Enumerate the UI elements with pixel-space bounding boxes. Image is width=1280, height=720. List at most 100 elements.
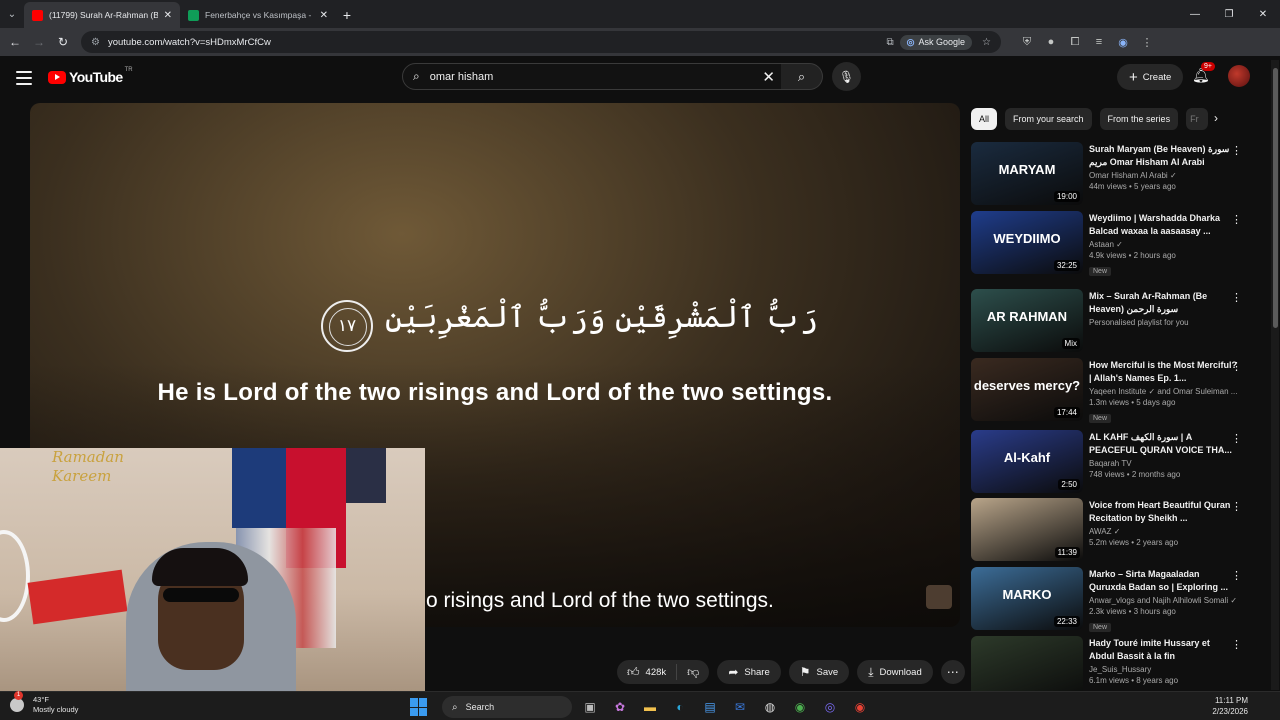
chrome-profile-icon[interactable]: ◉ xyxy=(848,695,872,719)
recommendation-item[interactable]: MARKO 22:33 Marko – Sirta Magaaladan Qurux… xyxy=(971,567,1251,632)
channel-name[interactable]: Astaan ✓ xyxy=(1089,240,1237,249)
notifications-bell-icon[interactable]: 🔔︎ 9+ xyxy=(1192,62,1215,84)
clear-search-icon[interactable]: ✕ xyxy=(762,68,775,86)
video-thumbnail[interactable]: 11:39 xyxy=(971,498,1083,561)
avatar[interactable] xyxy=(1228,65,1250,87)
dislike-button[interactable]: 👎︎ xyxy=(677,665,709,680)
subscribe-watermark-icon[interactable] xyxy=(926,585,952,609)
recommendation-item[interactable]: WEYDIIMO 32:25 Weydiimo | Warshadda Dharka… xyxy=(971,211,1251,276)
minimize-icon[interactable]: — xyxy=(1178,0,1212,28)
chrome-menu-icon[interactable]: ⋮ xyxy=(1135,30,1159,54)
create-button[interactable]: + Create xyxy=(1117,64,1184,90)
store-icon[interactable]: ▤ xyxy=(698,695,722,719)
video-title[interactable]: Weydiimo | Warshadda Dharka Balcad waxaa… xyxy=(1089,212,1237,237)
windows-start-icon[interactable] xyxy=(410,698,428,716)
channel-name[interactable]: Baqarah TV xyxy=(1089,459,1237,468)
task-view-icon[interactable]: ▣ xyxy=(578,695,602,719)
video-title[interactable]: Hady Touré imite Hussary et Abdul Bassit… xyxy=(1089,637,1237,662)
video-thumbnail[interactable]: WEYDIIMO 32:25 xyxy=(971,211,1083,274)
close-tab-icon[interactable]: ✕ xyxy=(164,10,172,21)
browser-tab-fenerbahce[interactable]: Fenerbahçe vs Kasımpaşa - live ✕ xyxy=(180,2,336,28)
page-scrollbar[interactable] xyxy=(1271,60,1279,690)
back-icon[interactable]: ← xyxy=(3,30,27,54)
chip-from-your-search[interactable]: From your search xyxy=(1005,108,1092,130)
more-vert-icon[interactable]: ⋮ xyxy=(1231,569,1242,582)
ask-google-button[interactable]: ◎ Ask Google xyxy=(899,34,973,50)
install-app-icon[interactable]: ⧉ xyxy=(887,37,894,48)
video-title[interactable]: Mix – Surah Ar-Rahman (Be Heaven) سورة ا… xyxy=(1089,290,1237,315)
guide-menu-icon[interactable] xyxy=(14,68,34,88)
video-title[interactable]: Marko – Sirta Magaaladan Quruxda Badan s… xyxy=(1089,568,1237,593)
video-thumbnail[interactable]: MARKO 22:33 xyxy=(971,567,1083,630)
video-title[interactable]: AL KAHF سورة الكهف | A PEACEFUL QURAN VO… xyxy=(1089,431,1237,456)
recommendation-item[interactable]: MARYAM 19:00 Surah Maryam (Be Heaven) سورة… xyxy=(971,142,1251,206)
recommendation-item[interactable]: 11:39 Voice from Heart Beautiful Quran Re… xyxy=(971,498,1251,562)
edge-icon[interactable]: ◐ xyxy=(668,695,692,719)
recommendation-item[interactable]: Al-Kahf 2:50 AL KAHF سورة الكهف | A PEACEF… xyxy=(971,430,1251,494)
search-button[interactable]: ⌕ xyxy=(781,63,823,90)
share-button[interactable]: ➦ Share xyxy=(717,660,781,684)
channel-name[interactable]: Personalised playlist for you xyxy=(1089,318,1237,327)
chrome-icon[interactable]: ◉ xyxy=(788,695,812,719)
reload-icon[interactable]: ↻ xyxy=(51,30,75,54)
address-bar[interactable]: ⚙ youtube.com/watch?v=sHDmxMrCfCw ⧉ ◎ Ask… xyxy=(81,31,1001,53)
system-clock[interactable]: 11:11 PM 2/23/2026 xyxy=(1212,695,1248,717)
bookmark-star-icon[interactable]: ☆ xyxy=(982,37,991,48)
close-window-icon[interactable]: ✕ xyxy=(1246,0,1280,28)
like-button[interactable]: 👍︎ 428k xyxy=(617,664,678,680)
circle-extension-icon[interactable]: ● xyxy=(1039,30,1063,54)
site-info-icon[interactable]: ⚙ xyxy=(91,37,100,48)
chip-truncated[interactable]: Fr xyxy=(1186,108,1209,130)
recommendation-item[interactable]: AR RAHMAN Mix Mix – Surah Ar-Rahman (Be He… xyxy=(971,289,1251,353)
close-tab-icon[interactable]: ✕ xyxy=(320,10,328,21)
new-tab-button[interactable]: + xyxy=(336,2,358,28)
video-title[interactable]: Surah Maryam (Be Heaven) سورة مريم Omar … xyxy=(1089,143,1237,168)
channel-name[interactable]: Yaqeen Institute ✓ and Omar Suleiman ... xyxy=(1089,387,1237,396)
more-vert-icon[interactable]: ⋮ xyxy=(1231,213,1242,226)
taskbar-search[interactable]: ⌕ Search xyxy=(442,696,572,718)
chip-all[interactable]: All xyxy=(971,108,998,130)
weather-widget[interactable]: 43°FMostly cloudy xyxy=(10,691,78,715)
more-vert-icon[interactable]: ⋮ xyxy=(1231,432,1242,445)
file-explorer-icon[interactable]: ▬ xyxy=(638,695,662,719)
restore-icon[interactable]: ❐ xyxy=(1212,0,1246,28)
save-button[interactable]: ⚑ Save xyxy=(788,660,850,684)
video-title[interactable]: How Merciful is the Most Merciful? | All… xyxy=(1089,359,1237,384)
video-title[interactable]: Voice from Heart Beautiful Quran Recitat… xyxy=(1089,499,1237,524)
more-vert-icon[interactable]: ⋮ xyxy=(1231,144,1242,157)
chip-from-the-series[interactable]: From the series xyxy=(1099,108,1179,130)
shield-extension-icon[interactable]: ⛨ xyxy=(1015,30,1039,54)
tab-search-icon[interactable]: ⌄ xyxy=(0,0,24,28)
youtube-logo[interactable]: YouTube TR xyxy=(48,67,133,85)
more-actions-button[interactable]: ⋯ xyxy=(940,660,965,684)
more-vert-icon[interactable]: ⋮ xyxy=(1231,291,1242,304)
more-vert-icon[interactable]: ⋮ xyxy=(1231,360,1242,373)
media-controls-icon[interactable]: ≡ xyxy=(1087,30,1111,54)
voice-search-icon[interactable]: 🎙︎ xyxy=(832,62,861,91)
obs-icon[interactable]: ◍ xyxy=(758,695,782,719)
browser-tab-youtube[interactable]: (11799) Surah Ar-Rahman (Be H ✕ xyxy=(24,2,180,28)
channel-name[interactable]: Je_Suis_Hussary xyxy=(1089,665,1237,674)
video-thumbnail[interactable]: deserves mercy? 17:44 xyxy=(971,358,1083,421)
chevron-right-icon[interactable]: › xyxy=(1214,111,1218,125)
search-input[interactable]: omar hisham xyxy=(430,71,781,83)
recommendation-item[interactable]: deserves mercy? 17:44 How Merciful is the … xyxy=(971,358,1251,423)
video-thumbnail[interactable]: AR RAHMAN Mix xyxy=(971,289,1083,352)
download-button[interactable]: ⤓ Download xyxy=(857,660,933,684)
video-thumbnail[interactable]: MARYAM 19:00 xyxy=(971,142,1083,205)
extensions-puzzle-icon[interactable]: ⧠ xyxy=(1063,30,1087,54)
search-box[interactable]: ⌕ omar hisham ✕ xyxy=(402,63,782,90)
scrollbar-thumb[interactable] xyxy=(1273,68,1278,328)
profile-icon[interactable]: ◉ xyxy=(1111,30,1135,54)
forward-icon[interactable]: → xyxy=(27,30,51,54)
channel-name[interactable]: AWAZ ✓ xyxy=(1089,527,1237,536)
copilot-icon[interactable]: ✿ xyxy=(608,695,632,719)
video-thumbnail[interactable] xyxy=(971,636,1083,699)
more-vert-icon[interactable]: ⋮ xyxy=(1231,500,1242,513)
more-vert-icon[interactable]: ⋮ xyxy=(1231,638,1242,651)
video-thumbnail[interactable]: Al-Kahf 2:50 xyxy=(971,430,1083,493)
app-icon[interactable]: ◎ xyxy=(818,695,842,719)
channel-name[interactable]: Omar Hisham Al Arabi ✓ xyxy=(1089,171,1237,180)
channel-name[interactable]: Anwar_vlogs and Najih Alhilowli Somali ✓ xyxy=(1089,596,1237,605)
outlook-icon[interactable]: ✉ xyxy=(728,695,752,719)
